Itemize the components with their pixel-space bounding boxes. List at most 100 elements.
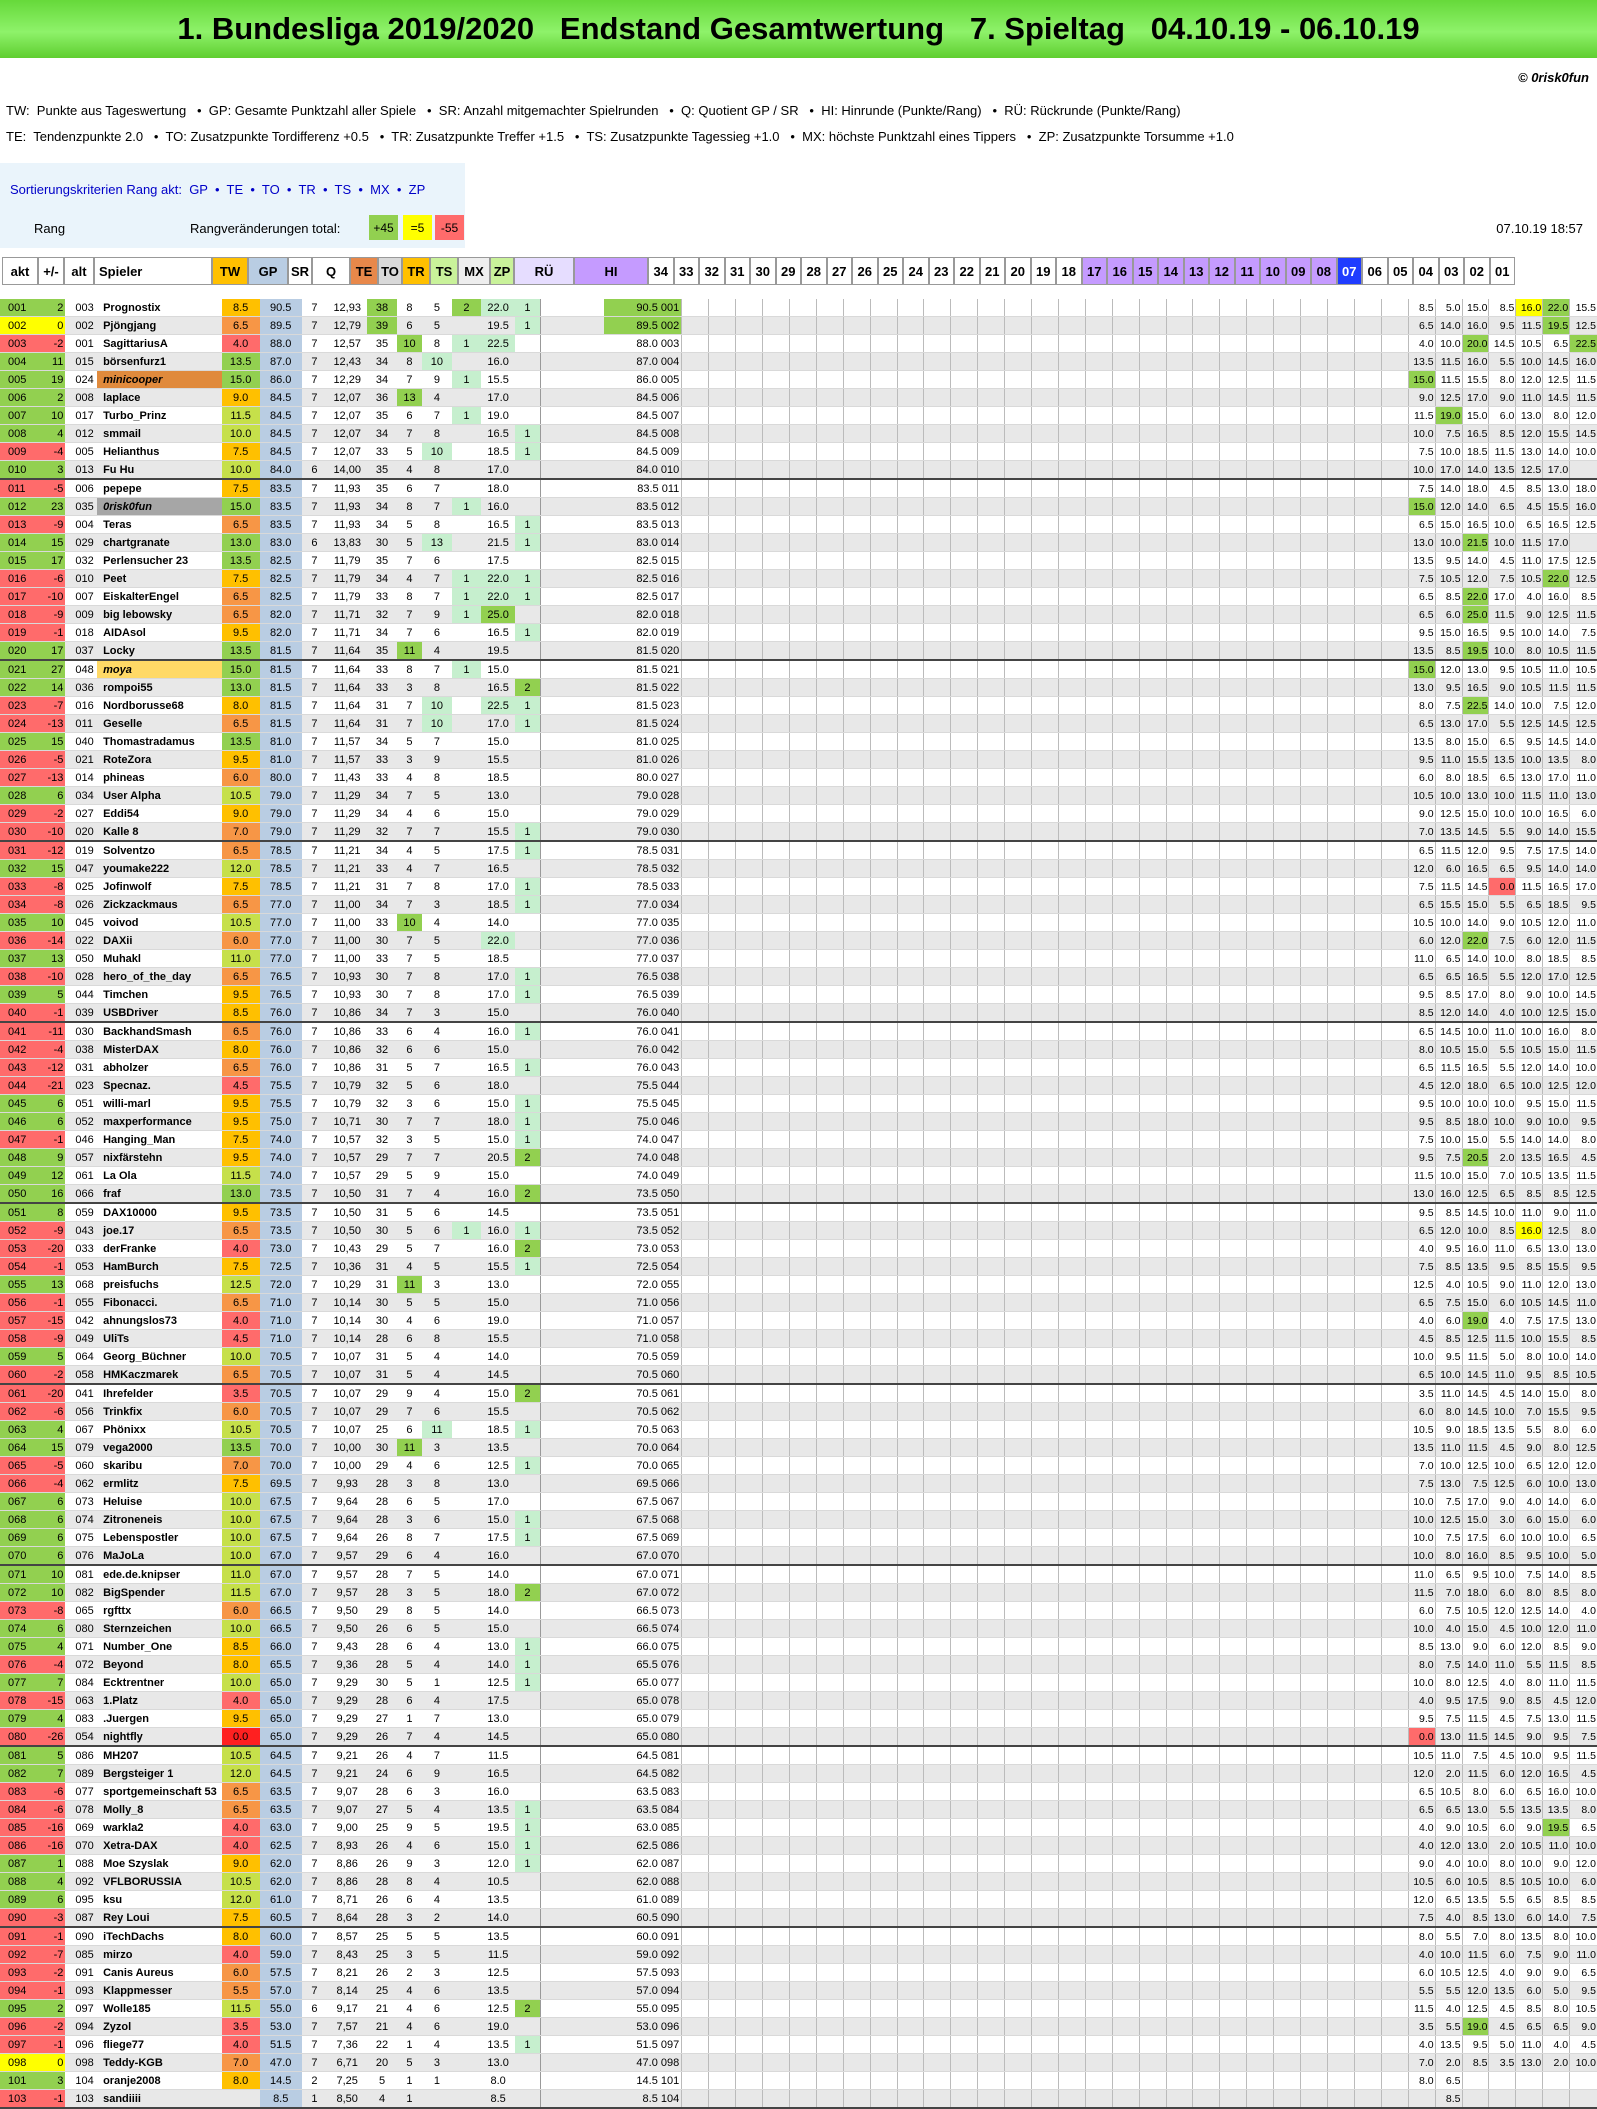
matchday-cell-20 <box>1058 1674 1085 1692</box>
matchday-cell-26 <box>897 1855 924 1873</box>
matchday-cell-28 <box>843 1927 870 1946</box>
matchday-cell-07: 9.0 <box>1408 1855 1435 1873</box>
matchday-cell-31 <box>762 552 789 570</box>
matchday-cell-22 <box>1005 841 1032 860</box>
matchday-cell-10 <box>1328 1312 1355 1330</box>
matchday-cell-30 <box>789 1674 816 1692</box>
matchday-cell-23 <box>978 1584 1005 1602</box>
matchday-cell-21 <box>1032 1602 1059 1620</box>
matchday-cell-24 <box>951 1728 978 1747</box>
player-name: AIDAsol <box>97 624 222 642</box>
sr-value: 7 <box>302 986 327 1004</box>
ts-value <box>452 1602 482 1620</box>
tw-value: 10.5 <box>222 1421 260 1439</box>
matchday-cell-09 <box>1354 860 1381 878</box>
tr-value: 7 <box>422 660 452 679</box>
to-value: 3 <box>397 1946 422 1964</box>
matchday-cell-08 <box>1381 986 1408 1004</box>
ts-value <box>452 1728 482 1747</box>
matchday-cell-24 <box>951 1692 978 1710</box>
matchday-cell-29 <box>816 1312 843 1330</box>
gp-value: 83.5 <box>260 516 302 534</box>
q-value: 10,00 <box>327 1457 367 1475</box>
matchday-cell-21 <box>1032 1095 1059 1113</box>
matchday-cell-10 <box>1328 371 1355 389</box>
matchday-cell-08 <box>1381 1728 1408 1747</box>
rank-previous: 032 <box>65 552 97 570</box>
matchday-cell-27 <box>870 1059 897 1077</box>
te-value: 21 <box>367 2000 397 2018</box>
tw-value: 7.5 <box>222 878 260 896</box>
matchday-cell-27 <box>870 642 897 661</box>
matchday-cell-26 <box>897 1203 924 1222</box>
matchday-cell-32 <box>736 1584 763 1602</box>
tw-value: 8.0 <box>222 1927 260 1946</box>
matchday-cell-06: 7.5 <box>1435 1149 1462 1167</box>
matchday-cell-23 <box>978 1276 1005 1294</box>
matchday-cell-19 <box>1085 1746 1112 1765</box>
matchday-cell-23 <box>978 1692 1005 1710</box>
matchday-cell-25 <box>924 787 951 805</box>
header-sr: SR <box>288 257 312 285</box>
matchday-cell-22 <box>1005 335 1032 353</box>
te-value: 35 <box>367 335 397 353</box>
matchday-cell-03: 12.0 <box>1516 1638 1543 1656</box>
rank-current: 079 <box>0 1710 38 1728</box>
player-name: BigSpender <box>97 1584 222 1602</box>
matchday-cell-08 <box>1381 1457 1408 1475</box>
matchday-cell-15 <box>1193 950 1220 968</box>
matchday-cell-24 <box>951 1511 978 1529</box>
rank-current: 095 <box>0 2000 38 2018</box>
matchday-cell-03: 9.5 <box>1516 1366 1543 1385</box>
matchday-cell-30 <box>789 570 816 588</box>
matchday-cell-24 <box>951 1059 978 1077</box>
tw-value: 15.0 <box>222 498 260 516</box>
sr-value: 7 <box>302 914 327 932</box>
tw-value: 6.5 <box>222 715 260 733</box>
matchday-cell-03: 13.5 <box>1516 1801 1543 1819</box>
rank-change: -5 <box>38 479 65 498</box>
matchday-cell-25 <box>924 896 951 914</box>
matchday-cell-03: 6.5 <box>1516 516 1543 534</box>
matchday-cell-29 <box>816 1421 843 1439</box>
matchday-cell-03: 6.5 <box>1516 896 1543 914</box>
matchday-cell-08 <box>1381 679 1408 697</box>
hi-value: 57.0 094 <box>604 1982 682 2000</box>
te-value: 30 <box>367 1674 397 1692</box>
matchday-cell-26 <box>897 461 924 480</box>
matchday-cell-20 <box>1058 715 1085 733</box>
ts-value <box>452 1891 482 1909</box>
mx-value: 19.0 <box>481 1312 515 1330</box>
ru-value <box>540 1674 603 1692</box>
matchday-cell-04: 9.5 <box>1489 841 1516 860</box>
rank-change: -8 <box>38 896 65 914</box>
table-row: 0012003Prognostix8.590.5712,933885222.01… <box>0 299 1597 317</box>
tw-value: 4.0 <box>222 2036 260 2054</box>
matchday-cell-28 <box>843 914 870 932</box>
matchday-cell-12 <box>1274 2018 1301 2036</box>
mx-value: 19.0 <box>481 2018 515 2036</box>
matchday-cell-20 <box>1058 1565 1085 1584</box>
matchday-cell-08 <box>1381 1330 1408 1348</box>
matchday-cell-28 <box>843 516 870 534</box>
ts-value <box>452 425 482 443</box>
matchday-cell-09 <box>1354 1873 1381 1891</box>
to-value: 8 <box>397 660 422 679</box>
matchday-cell-26 <box>897 1493 924 1511</box>
matchday-cell-08 <box>1381 1692 1408 1710</box>
matchday-cell-19 <box>1085 679 1112 697</box>
tw-value: 6.5 <box>222 841 260 860</box>
to-value: 6 <box>397 1330 422 1348</box>
hi-value: 70.5 063 <box>604 1421 682 1439</box>
matchday-cell-10 <box>1328 1004 1355 1023</box>
matchday-cell-25 <box>924 715 951 733</box>
matchday-cell-23 <box>978 2018 1005 2036</box>
matchday-cell-19 <box>1085 552 1112 570</box>
matchday-cell-20 <box>1058 1710 1085 1728</box>
matchday-cell-17 <box>1139 1692 1166 1710</box>
rank-current: 057 <box>0 1312 38 1330</box>
matchday-cell-18 <box>1112 443 1139 461</box>
matchday-cell-21 <box>1032 1982 1059 2000</box>
matchday-cell-29 <box>816 1710 843 1728</box>
matchday-cell-04: 8.5 <box>1489 425 1516 443</box>
